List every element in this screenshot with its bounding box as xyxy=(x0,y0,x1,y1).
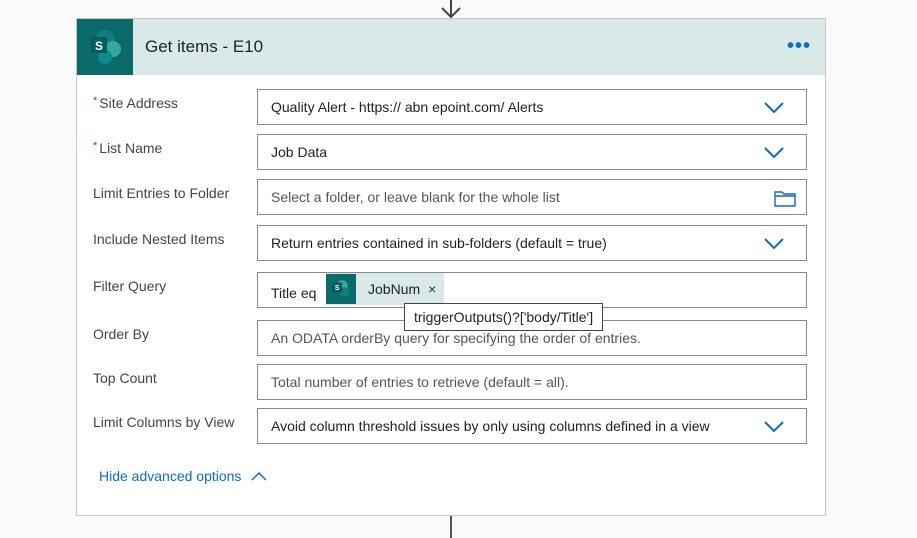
token-remove-icon[interactable]: × xyxy=(428,281,436,297)
folder-input[interactable]: Select a folder, or leave blank for the … xyxy=(257,179,807,215)
folder-icon[interactable] xyxy=(774,189,796,207)
token-tooltip: triggerOutputs()?['body/Title'] xyxy=(404,303,604,331)
chevron-up-icon xyxy=(251,471,267,481)
list-name-row: * List Name Job Data xyxy=(77,134,827,170)
more-ellipsis-icon[interactable]: ••• xyxy=(787,35,811,58)
card-title: Get items - E10 xyxy=(145,37,264,56)
card-header[interactable]: S Get items - E10 ••• xyxy=(77,19,825,75)
site-address-row: * Site Address Quality Alert - https:// a… xyxy=(77,89,827,125)
dynamic-content-token[interactable]: S JobNum × xyxy=(326,273,445,305)
svg-text:S: S xyxy=(95,39,103,53)
sharepoint-logo-icon: S xyxy=(326,274,356,304)
top-count-input[interactable]: Total number of entries to retrieve (def… xyxy=(257,364,807,400)
top-count-row: Top Count Total number of entries to ret… xyxy=(77,364,827,400)
svg-text:S: S xyxy=(335,284,340,292)
limit-columns-dropdown[interactable]: Avoid column threshold issues by only us… xyxy=(257,408,807,444)
folder-row: Limit Entries to Folder Select a folder,… xyxy=(77,179,827,215)
hide-advanced-options-link[interactable]: Hide advanced options xyxy=(99,468,267,484)
chevron-down-icon[interactable] xyxy=(764,236,784,250)
chevron-down-icon[interactable] xyxy=(764,100,784,114)
folder-label: Limit Entries to Folder xyxy=(93,185,230,201)
nested-items-dropdown[interactable]: Return entries contained in sub-folders … xyxy=(257,225,807,261)
site-address-label: * Site Address xyxy=(93,95,178,111)
nested-items-row: Include Nested Items Return entries cont… xyxy=(77,225,827,261)
nested-items-label: Include Nested Items xyxy=(93,231,225,247)
site-address-dropdown[interactable]: Quality Alert - https:// abn epoint.com/… xyxy=(257,89,807,125)
top-count-label: Top Count xyxy=(93,370,157,386)
order-by-label: Order By xyxy=(93,326,150,342)
limit-columns-row: Limit Columns by View Avoid column thres… xyxy=(77,408,827,444)
connector-line xyxy=(450,516,452,538)
chevron-down-icon[interactable] xyxy=(764,419,784,433)
limit-columns-label: Limit Columns by View xyxy=(93,414,235,430)
list-name-dropdown[interactable]: Job Data xyxy=(257,134,807,170)
arrow-down-icon xyxy=(441,0,461,18)
filter-query-label: Filter Query xyxy=(93,278,167,294)
get-items-action-card: S Get items - E10 ••• * Site Address Qual… xyxy=(76,18,826,516)
token-name: JobNum xyxy=(368,281,421,297)
list-name-label: * List Name xyxy=(93,140,163,156)
chevron-down-icon[interactable] xyxy=(764,145,784,159)
sharepoint-logo-icon: S xyxy=(77,19,133,75)
